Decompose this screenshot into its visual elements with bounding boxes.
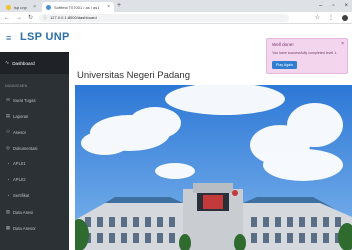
sidebar-item-data-asesor[interactable]: ▦ Data Asesor	[5, 225, 36, 231]
browser-tab-inactive[interactable]: lsp unp ×	[2, 2, 40, 12]
document-icon: ◔	[6, 161, 10, 166]
users-icon: ▥	[5, 209, 11, 214]
report-icon: ▤	[5, 113, 11, 118]
sidebar-item-laporan[interactable]: ▤ Laporan	[5, 113, 29, 119]
sidebar: ∿ Dashboard MANAGEMEN ✉ Surat Tugas ▤ La…	[0, 52, 69, 250]
sidebar-item-label: Laporan	[13, 113, 29, 119]
sidebar-item-label: Data Asesi	[13, 209, 34, 215]
sidebar-item-dashboard[interactable]: ∿ Dashboard	[0, 52, 69, 74]
tab-title: lsp unp	[14, 4, 27, 10]
main-content: Universitas Negeri Padang	[69, 52, 352, 250]
favicon-icon	[46, 4, 51, 10]
star-icon[interactable]: ☆	[315, 14, 320, 22]
browser-tab-active[interactable]: Softfest T07001 / as / as1 ×	[42, 2, 114, 12]
document-icon: ◔	[6, 177, 10, 182]
user-icon: ⚇	[5, 129, 11, 134]
sidebar-item-label: APL02	[13, 177, 26, 182]
dashboard-icon: ∿	[5, 60, 10, 66]
sidebar-item-sertifikat[interactable]: ◔ Sertifikat	[5, 193, 30, 198]
browser-toolbar: ☆ ⋮	[315, 14, 348, 22]
campus-building-photo	[75, 85, 352, 250]
maximize-icon[interactable]: ▫	[332, 2, 334, 10]
new-tab-icon[interactable]: +	[117, 2, 121, 10]
building-illustration	[75, 85, 352, 250]
toast-title: Well done!	[272, 42, 294, 47]
toast-message: You have successfully completed level 1.	[272, 51, 338, 55]
sidebar-item-surat-tugas[interactable]: ✉ Surat Tugas	[5, 97, 36, 103]
minimize-icon[interactable]: –	[319, 2, 322, 10]
favicon-icon	[6, 4, 11, 10]
url-text: 127.0.0.1:8000/dashboard	[50, 15, 97, 20]
sidebar-item-label: Dashboard	[12, 60, 35, 66]
sidebar-item-label: Surat Tugas	[13, 97, 36, 103]
sidebar-item-apl02[interactable]: ◔ APL02	[5, 177, 26, 182]
sidebar-item-dokumentasi[interactable]: ◎ Dokumentasi	[5, 145, 37, 151]
close-window-icon[interactable]: ×	[344, 2, 348, 10]
forward-arrow-icon[interactable]: →	[16, 14, 22, 22]
play-again-button[interactable]: Play Again	[272, 61, 297, 69]
page-title: Universitas Negeri Padang	[77, 70, 191, 81]
brand-logo[interactable]: LSP UNP	[20, 31, 70, 44]
url-input[interactable]: ⓘ 127.0.0.1:8000/dashboard	[39, 13, 290, 22]
camera-icon: ◎	[6, 145, 10, 150]
window-controls: – ▫ ×	[319, 2, 348, 10]
sidebar-item-label: Data Asesor	[13, 225, 36, 231]
sidebar-item-label: Dokumentasi	[13, 145, 38, 151]
sidebar-item-label: Asesor	[13, 129, 27, 135]
back-arrow-icon[interactable]: ←	[4, 14, 10, 22]
tab-title: Softfest T07001 / as / as1	[54, 4, 100, 10]
reload-icon[interactable]: ↻	[28, 14, 33, 22]
sidebar-item-label: Sertifikat	[13, 193, 30, 198]
sidebar-item-data-asesi[interactable]: ▥ Data Asesi	[5, 209, 33, 215]
sidebar-item-apl01[interactable]: ◔ APL01	[5, 161, 26, 166]
tab-close-icon[interactable]: ×	[33, 4, 36, 10]
table-icon: ▦	[5, 225, 11, 230]
browser-address-bar: ← → ↻ ⓘ 127.0.0.1:8000/dashboard ☆ ⋮	[0, 12, 352, 24]
extensions-icon[interactable]: ⋮	[328, 14, 334, 22]
sidebar-section-label: MANAGEMEN	[5, 84, 28, 88]
sidebar-item-label: APL01	[13, 161, 26, 166]
profile-avatar-icon[interactable]	[342, 15, 348, 21]
menu-toggle-icon[interactable]: ≡	[6, 34, 11, 43]
browser-tab-bar: lsp unp × Softfest T07001 / as / as1 × +…	[0, 0, 352, 12]
certificate-icon: ◔	[6, 193, 10, 198]
success-toast: Well done! × You have successfully compl…	[266, 38, 348, 74]
sidebar-item-asesor[interactable]: ⚇ Asesor	[5, 129, 26, 135]
mail-icon: ✉	[6, 97, 10, 102]
close-icon[interactable]: ×	[341, 41, 344, 47]
tab-close-icon[interactable]: ×	[107, 4, 110, 10]
info-icon: ⓘ	[43, 14, 48, 20]
